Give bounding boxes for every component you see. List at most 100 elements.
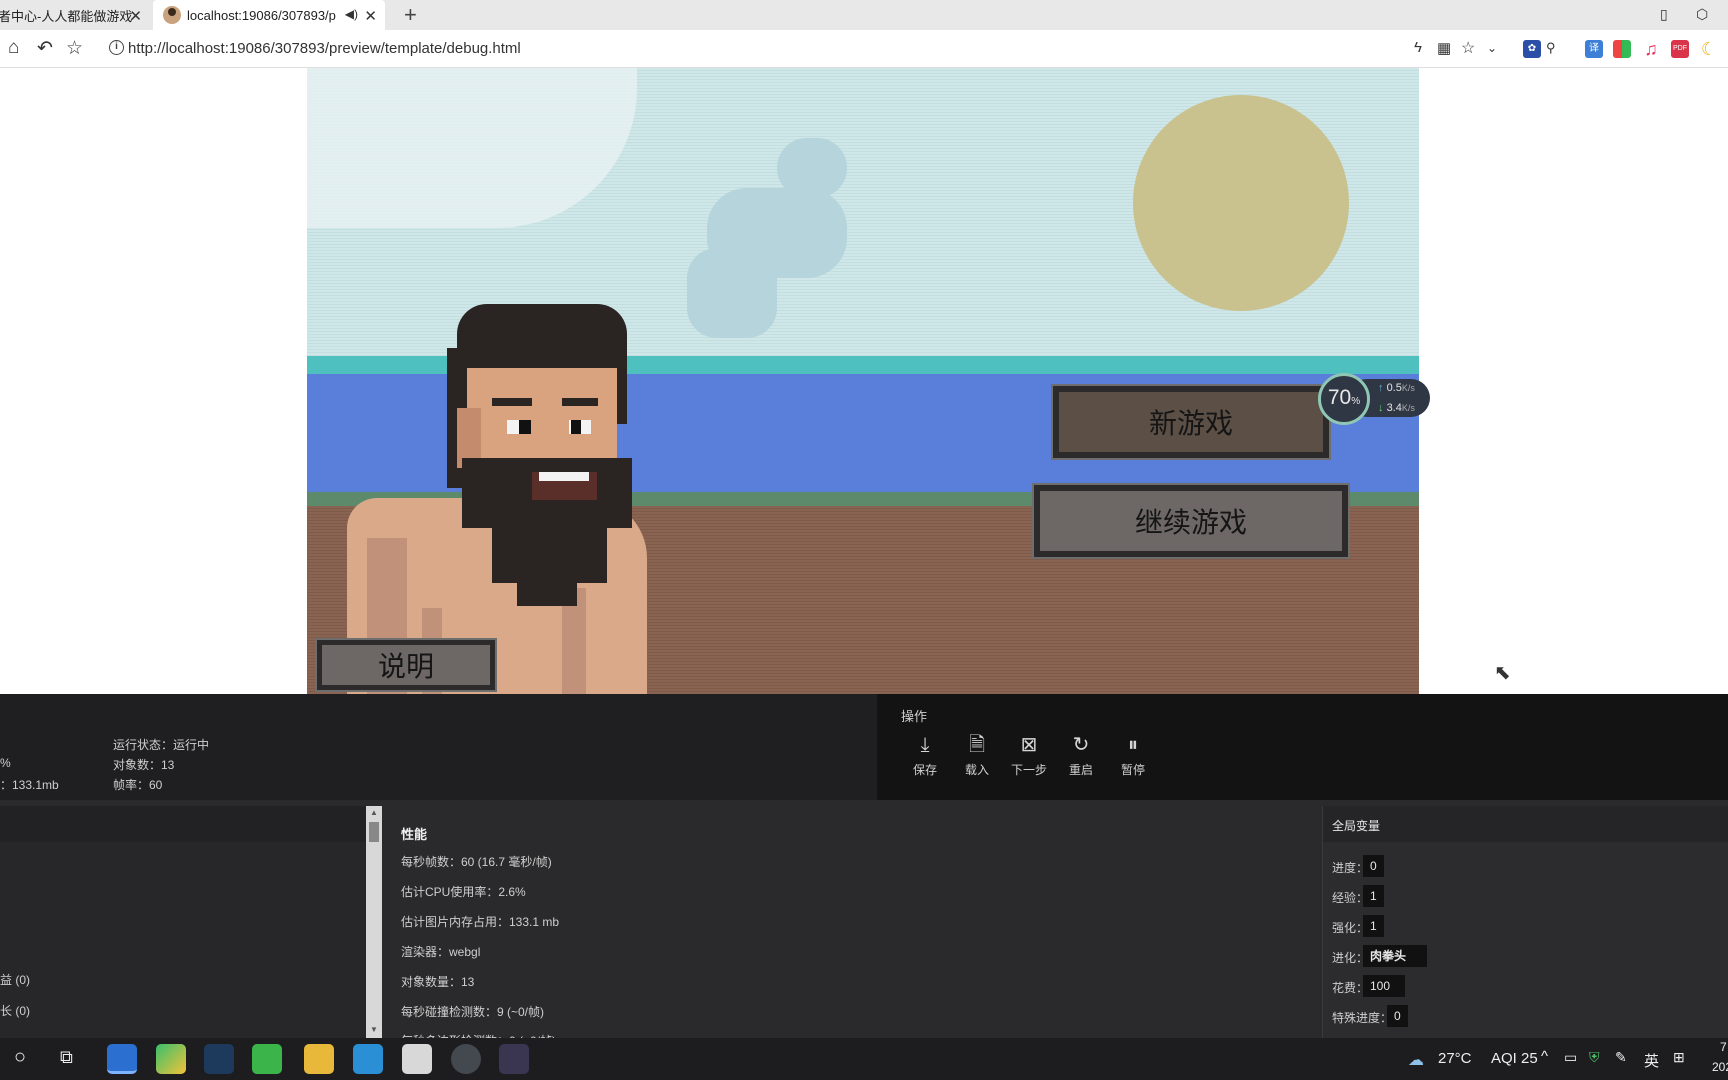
tab-title: localhost:19086/307893/p	[187, 7, 336, 23]
apps-icon[interactable]	[1613, 40, 1631, 58]
music-icon[interactable]: ♫	[1642, 40, 1660, 58]
tab-title: 者中心-人人都能做游戏	[0, 8, 133, 24]
qr-code-icon[interactable]: ▦	[1437, 39, 1451, 57]
clock-date[interactable]: 202	[1712, 1060, 1728, 1074]
var-value-evolution[interactable]: 肉拳头	[1363, 945, 1427, 967]
new-tab-button[interactable]: +	[404, 2, 417, 28]
upload-unit: K/s	[1401, 383, 1415, 393]
browser-icon[interactable]	[107, 1044, 137, 1074]
pdf-icon[interactable]: PDF	[1671, 40, 1689, 58]
operations-title: 操作	[901, 709, 928, 724]
restart-icon: ↻	[1072, 734, 1090, 756]
perf-cpu: 估计CPU使用率：2.6%	[401, 885, 526, 899]
undo-icon[interactable]: ↶	[37, 37, 53, 60]
home-icon[interactable]: ⌂	[8, 37, 19, 59]
list-item[interactable]: 益 (0)	[0, 971, 30, 988]
translate-icon[interactable]: 译	[1585, 40, 1603, 58]
arrow-down-icon: ↓	[1378, 402, 1384, 414]
var-value-cost[interactable]: 100	[1363, 975, 1405, 997]
memory-fragment: ：133.1mb	[0, 778, 59, 792]
load-button[interactable]: 🗎 载入	[952, 733, 1002, 778]
search-circle-icon[interactable]: ○	[14, 1046, 26, 1069]
load-label: 载入	[964, 763, 989, 777]
cpu-percent-fragment: %	[0, 756, 11, 770]
document-icon: 🗎	[968, 734, 986, 756]
weather-temp[interactable]: 27°C	[1438, 1050, 1472, 1067]
cloud	[777, 138, 847, 198]
search-icon[interactable]: ⚲	[1546, 40, 1556, 56]
global-variables-header: 全局变量	[1323, 806, 1728, 842]
arrow-up-icon: ↑	[1378, 382, 1384, 394]
window-mode-icon[interactable]: ▯	[1660, 6, 1668, 23]
perf-renderer: 渲染器：webgl	[401, 945, 481, 959]
close-icon[interactable]: ✕	[364, 7, 377, 25]
next-step-button[interactable]: ⊠ 下一步	[1004, 733, 1054, 778]
restart-label: 重启	[1068, 763, 1093, 777]
var-value-enhance[interactable]: 1	[1363, 915, 1384, 937]
speaker-icon[interactable]: ◀)	[345, 7, 358, 21]
var-value-progress[interactable]: 0	[1363, 855, 1384, 877]
perf-fps: 每秒帧数：60 (16.7 毫秒/帧)	[401, 855, 552, 869]
wechat-icon[interactable]	[252, 1044, 282, 1074]
file-explorer-icon[interactable]	[304, 1044, 334, 1074]
perf-collision-checks: 每秒碰撞检测数：9 (~0/帧)	[401, 1005, 545, 1019]
pause-icon: ⏸	[1128, 734, 1138, 756]
game-canvas[interactable]: 新游戏 继续游戏 说明	[307, 68, 1419, 694]
download-value: 3.4	[1386, 402, 1402, 414]
pen-icon[interactable]: ✎	[1615, 1049, 1627, 1066]
keyboard-icon[interactable]: ⊞	[1673, 1049, 1685, 1066]
shield-icon[interactable]: ⛨	[1589, 1049, 1600, 1066]
address-bar: ⌂ ↶ ☆ i http://localhost:19086/307893/pr…	[0, 30, 1728, 68]
network-speed-widget[interactable]: 70% ↑ 0.5K/s ↓ 3.4 K/s	[1318, 373, 1432, 425]
video-player-icon[interactable]	[156, 1044, 186, 1074]
restart-button[interactable]: ↻ 重启	[1056, 733, 1106, 778]
continue-game-button[interactable]: 继续游戏	[1032, 483, 1350, 559]
aqi[interactable]: AQI 25	[1491, 1050, 1538, 1067]
game-editor-icon[interactable]	[499, 1044, 529, 1074]
app-icon[interactable]	[353, 1044, 383, 1074]
scrollbar-thumb[interactable]	[369, 822, 379, 842]
lightning-icon[interactable]: ϟ	[1414, 39, 1422, 56]
app-icon[interactable]	[402, 1044, 432, 1074]
instructions-button[interactable]: 说明	[315, 638, 497, 692]
close-icon[interactable]: ✕	[129, 7, 142, 25]
next-step-label: 下一步	[1010, 763, 1047, 777]
steam-icon[interactable]	[204, 1044, 234, 1074]
star-icon[interactable]: ☆	[1461, 38, 1475, 58]
moon-icon[interactable]: ☾	[1700, 40, 1718, 58]
var-value-experience[interactable]: 1	[1363, 885, 1384, 907]
scroll-up-icon[interactable]: ▲	[370, 808, 378, 817]
paw-icon[interactable]: ✿	[1523, 40, 1541, 58]
tab-localhost[interactable]: localhost:19086/307893/p ◀) ✕	[153, 0, 385, 30]
upload-speed: ↑ 0.5K/s	[1378, 382, 1415, 394]
scrollbar[interactable]: ▲ ▼	[366, 806, 382, 1038]
pause-button[interactable]: ⏸ 暂停	[1108, 733, 1158, 778]
chevron-down-icon[interactable]: ⌄	[1487, 41, 1497, 55]
list-item[interactable]: 长 (0)	[0, 1002, 30, 1019]
star-icon[interactable]: ☆	[66, 37, 83, 60]
weather-icon[interactable]: ☁	[1408, 1050, 1424, 1070]
clock-time[interactable]: 7	[1720, 1040, 1727, 1054]
usage-ring: 70%	[1318, 373, 1370, 425]
taskbar: ○ ⧉ ☁ 27°C AQI 25 ^ ▭ ⛨ ✎ 英 ⊞ 7 202	[0, 1038, 1728, 1080]
new-game-button[interactable]: 新游戏	[1051, 384, 1331, 460]
scroll-down-icon[interactable]: ▼	[370, 1025, 378, 1034]
var-label-special-progress: 特殊进度：	[1332, 1011, 1393, 1025]
usage-percent-unit: %	[1351, 396, 1361, 407]
info-icon[interactable]: i	[109, 40, 124, 55]
chevron-up-icon[interactable]: ^	[1541, 1048, 1548, 1065]
save-button[interactable]: ⤓ 保存	[900, 733, 950, 778]
url-field[interactable]: http://localhost:19086/307893/preview/te…	[128, 40, 521, 57]
var-value-special-progress[interactable]: 0	[1387, 1005, 1408, 1027]
ime-indicator[interactable]: 英	[1644, 1050, 1659, 1071]
object-count: 对象数：13	[113, 758, 175, 772]
instance-list-panel: 益 (0) 长 (0)	[0, 806, 366, 1038]
obs-icon[interactable]	[451, 1044, 481, 1074]
sun	[1133, 95, 1349, 311]
network-icon[interactable]: ▭	[1564, 1049, 1577, 1066]
skin-icon[interactable]: ⬡	[1696, 6, 1708, 23]
mouse-cursor-icon: ⬉	[1494, 662, 1511, 684]
perf-object-count: 对象数量：13	[401, 975, 475, 989]
task-view-icon[interactable]: ⧉	[60, 1047, 73, 1068]
tab-creator-center[interactable]: 者中心-人人都能做游戏 ✕	[0, 0, 150, 30]
